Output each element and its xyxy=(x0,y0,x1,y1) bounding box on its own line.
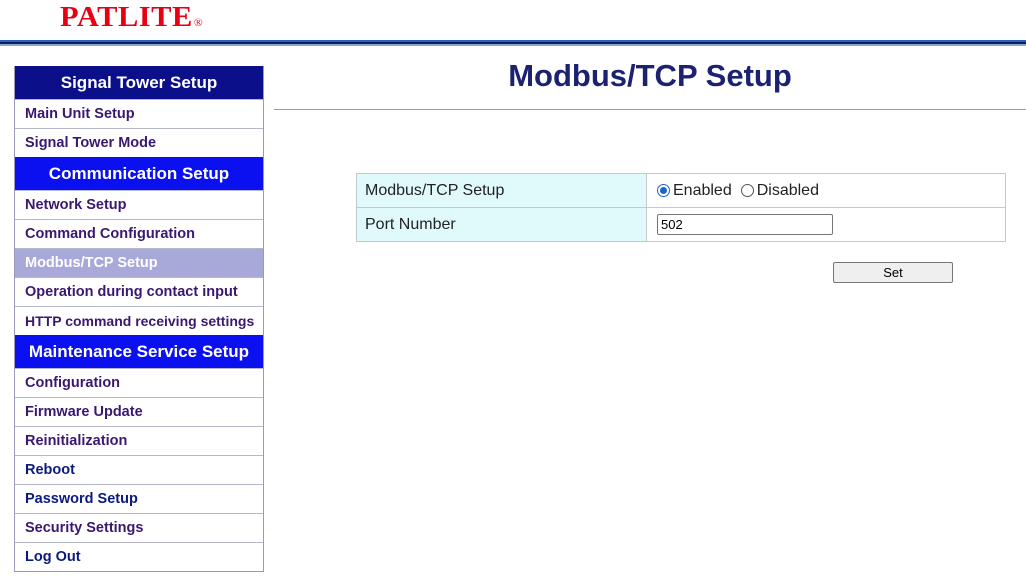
sidebar-item-signal-tower-mode[interactable]: Signal Tower Mode xyxy=(15,128,263,157)
sidebar-header-signal-tower: Signal Tower Setup xyxy=(15,66,263,99)
sidebar-item-log-out[interactable]: Log Out xyxy=(15,542,263,571)
top-bar: PATLITE® xyxy=(0,0,1026,40)
sidebar-item-network-setup[interactable]: Network Setup xyxy=(15,190,263,219)
page-title: Modbus/TCP Setup xyxy=(508,58,792,93)
modbus-radio-group: Enabled Disabled xyxy=(657,182,1005,200)
table-row: Modbus/TCP Setup Enabled Disabled xyxy=(356,173,1006,208)
patlite-logo: PATLITE® xyxy=(60,1,204,33)
set-button[interactable]: Set xyxy=(833,262,953,283)
enabled-radio[interactable] xyxy=(657,184,670,197)
sidebar-item-reinitialization[interactable]: Reinitialization xyxy=(15,426,263,455)
sidebar-item-firmware-update[interactable]: Firmware Update xyxy=(15,397,263,426)
sidebar-header-maintenance: Maintenance Service Setup xyxy=(15,335,263,368)
table-row: Port Number xyxy=(356,207,1006,242)
sidebar-item-http-command-receiving[interactable]: HTTP command receiving settings xyxy=(15,306,263,335)
sidebar-item-password-setup[interactable]: Password Setup xyxy=(15,484,263,513)
sidebar-header-communication: Communication Setup xyxy=(15,157,263,190)
sidebar-item-operation-contact-input[interactable]: Operation during contact input xyxy=(15,277,263,306)
sidebar-item-command-configuration[interactable]: Command Configuration xyxy=(15,219,263,248)
modbus-setup-label: Modbus/TCP Setup xyxy=(356,173,647,208)
sidebar-item-security-settings[interactable]: Security Settings xyxy=(15,513,263,542)
header-divider xyxy=(0,40,1026,46)
enabled-radio-label[interactable]: Enabled xyxy=(673,182,732,200)
sidebar-item-modbus-tcp-setup[interactable]: Modbus/TCP Setup xyxy=(15,248,263,277)
disabled-radio[interactable] xyxy=(740,184,754,197)
modbus-setup-value: Enabled Disabled xyxy=(646,173,1006,208)
port-number-cell xyxy=(646,207,1006,242)
sidebar-item-configuration[interactable]: Configuration xyxy=(15,368,263,397)
settings-table: Modbus/TCP Setup Enabled Disabled Port N… xyxy=(356,173,1006,242)
sidebar-menu: Signal Tower Setup Main Unit Setup Signa… xyxy=(14,66,264,572)
sidebar-item-main-unit-setup[interactable]: Main Unit Setup xyxy=(15,99,263,128)
sidebar-item-reboot[interactable]: Reboot xyxy=(15,455,263,484)
title-divider xyxy=(274,109,1026,110)
port-number-input[interactable] xyxy=(657,214,833,235)
disabled-radio-label[interactable]: Disabled xyxy=(757,182,819,200)
port-number-label: Port Number xyxy=(356,207,647,242)
